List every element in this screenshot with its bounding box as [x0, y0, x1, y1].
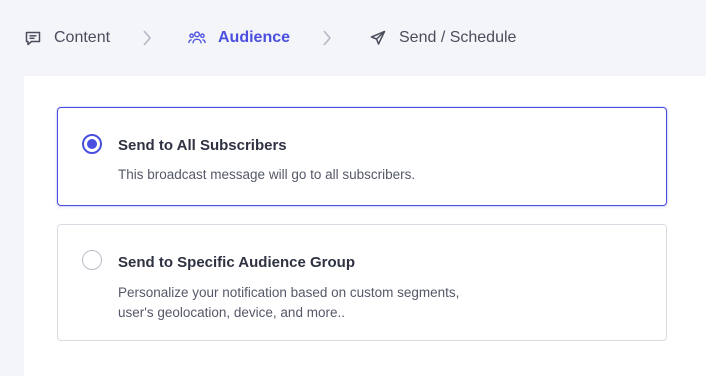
option-description-line: user's geolocation, device, and more..: [118, 305, 345, 320]
stepper: Content Audience Send / Schedule: [0, 0, 706, 76]
option-title: Send to Specific Audience Group: [118, 254, 355, 271]
step-send-schedule[interactable]: Send / Schedule: [369, 29, 516, 47]
radio-all-subscribers[interactable]: [82, 134, 102, 154]
step-audience-label: Audience: [218, 29, 291, 46]
option-description-line: Personalize your notification based on c…: [118, 285, 460, 300]
message-square-icon: [24, 29, 42, 47]
chevron-right-icon: [141, 28, 153, 48]
step-content-label: Content: [54, 29, 111, 46]
option-title: Send to All Subscribers: [118, 137, 287, 154]
audience-panel: Send to All Subscribers This broadcast m…: [24, 76, 706, 376]
users-icon: [188, 29, 206, 47]
step-content[interactable]: Content: [24, 29, 110, 47]
step-audience[interactable]: Audience: [188, 29, 290, 47]
option-description: This broadcast message will go to all su…: [118, 167, 416, 182]
radio-specific-audience-group[interactable]: [82, 250, 102, 270]
option-description: Personalize your notification based on c…: [118, 283, 498, 323]
send-icon: [369, 29, 387, 47]
step-send-schedule-label: Send / Schedule: [399, 29, 517, 46]
option-all-subscribers[interactable]: Send to All Subscribers This broadcast m…: [57, 107, 667, 206]
option-specific-audience-group[interactable]: Send to Specific Audience Group Personal…: [57, 224, 667, 341]
chevron-right-icon: [321, 28, 333, 48]
